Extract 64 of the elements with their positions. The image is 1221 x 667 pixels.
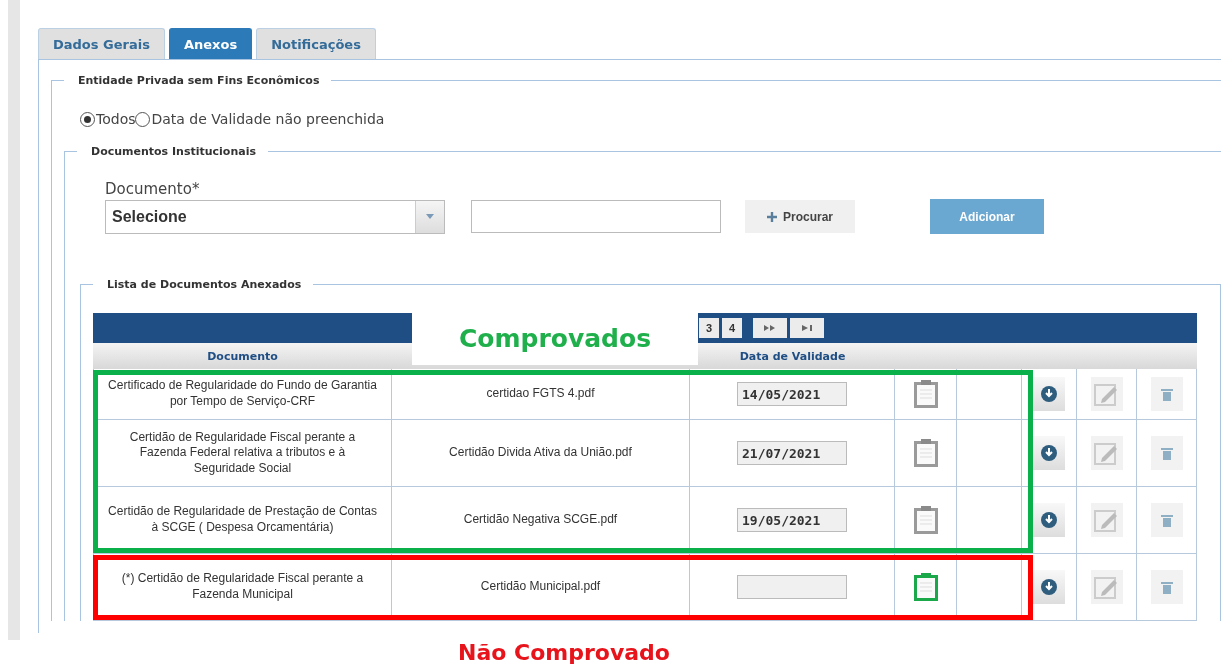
page-button[interactable]: 4 xyxy=(722,318,742,338)
download-icon xyxy=(1041,512,1057,528)
tab[interactable]: Notificações xyxy=(256,28,376,59)
browse-button[interactable]: Procurar xyxy=(745,200,855,233)
clipboard-icon[interactable] xyxy=(911,438,940,468)
delete-button[interactable] xyxy=(1150,503,1183,537)
download-icon xyxy=(1041,579,1057,595)
section-title: Documentos Institucionais xyxy=(90,145,257,158)
edit-button[interactable] xyxy=(1090,570,1123,604)
download-button[interactable] xyxy=(1033,436,1065,470)
annotation-label: Comprovados xyxy=(412,311,698,365)
delete-button[interactable] xyxy=(1150,570,1183,604)
clipboard-icon[interactable] xyxy=(911,505,940,535)
last-page-icon xyxy=(802,325,812,331)
trash-icon xyxy=(1160,387,1173,401)
column-header: Data de Validade xyxy=(738,349,847,363)
column-header: Documento xyxy=(206,349,279,363)
date-field[interactable]: 19/05/2021 xyxy=(737,508,847,532)
radio-label[interactable]: Data de Validade não preenchida xyxy=(151,111,385,127)
field-label: Documento* xyxy=(105,180,201,198)
edit-button[interactable] xyxy=(1090,436,1123,470)
annotation-label: Não Comprovado xyxy=(458,640,670,665)
table-cell: Certidão de Regularidade Fiscal perante a Fazenda Federal relativa a tributos e à Seguridade Social xyxy=(93,420,392,486)
delete-button[interactable] xyxy=(1150,436,1183,470)
tab[interactable]: Dados Gerais xyxy=(38,28,165,59)
table-cell: certidao FGTS 4.pdf xyxy=(392,369,690,419)
pencil-icon xyxy=(1093,574,1120,600)
table-cell: Certidão Municipal.pdf xyxy=(392,554,690,620)
delete-button[interactable] xyxy=(1150,377,1183,411)
download-icon xyxy=(1041,445,1057,461)
next-icon xyxy=(764,325,776,331)
date-field[interactable] xyxy=(737,575,847,599)
caret-icon xyxy=(426,214,434,219)
trash-icon xyxy=(1160,580,1173,594)
download-button[interactable] xyxy=(1033,377,1065,411)
next-page-button[interactable] xyxy=(753,318,787,338)
section-title: Lista de Documentos Anexados xyxy=(106,278,303,291)
date-field[interactable]: 21/07/2021 xyxy=(737,441,847,465)
table-cell: Certificado de Regularidade do Fundo de Garantia por Tempo de Serviço-CRF xyxy=(93,369,392,419)
tab[interactable]: Anexos xyxy=(168,28,253,59)
download-button[interactable] xyxy=(1033,503,1065,537)
section-title: Entidade Privada sem Fins Econômicos xyxy=(77,74,321,87)
table-cell: Certidão de Regularidade de Prestação de Contas à SCGE ( Despesa Orcamentária) xyxy=(93,487,392,553)
pencil-icon xyxy=(1093,440,1120,466)
clipboard-icon[interactable] xyxy=(911,379,940,409)
table-cell: (*) Certidão de Regularidade Fiscal perante a Fazenda Municipal xyxy=(93,554,392,620)
trash-icon xyxy=(1160,513,1173,527)
edit-button[interactable] xyxy=(1090,377,1123,411)
pencil-icon xyxy=(1093,381,1120,407)
table-cell: Certidão Negativa SCGE.pdf xyxy=(392,487,690,553)
page-button[interactable]: 3 xyxy=(699,318,719,338)
radio-label[interactable]: Todos xyxy=(96,111,136,127)
download-icon xyxy=(1041,386,1057,402)
edit-button[interactable] xyxy=(1090,503,1123,537)
file-field[interactable] xyxy=(471,200,721,233)
pencil-icon xyxy=(1093,507,1120,533)
document-select[interactable]: Selecione xyxy=(105,199,445,234)
clipboard-icon[interactable] xyxy=(911,572,940,602)
download-button[interactable] xyxy=(1033,570,1065,604)
date-field[interactable]: 14/05/2021 xyxy=(737,382,847,406)
table-cell: Certidão Divida Ativa da União.pdf xyxy=(392,420,690,486)
plus-icon xyxy=(767,211,777,222)
trash-icon xyxy=(1160,446,1173,460)
last-page-button[interactable] xyxy=(790,318,824,338)
